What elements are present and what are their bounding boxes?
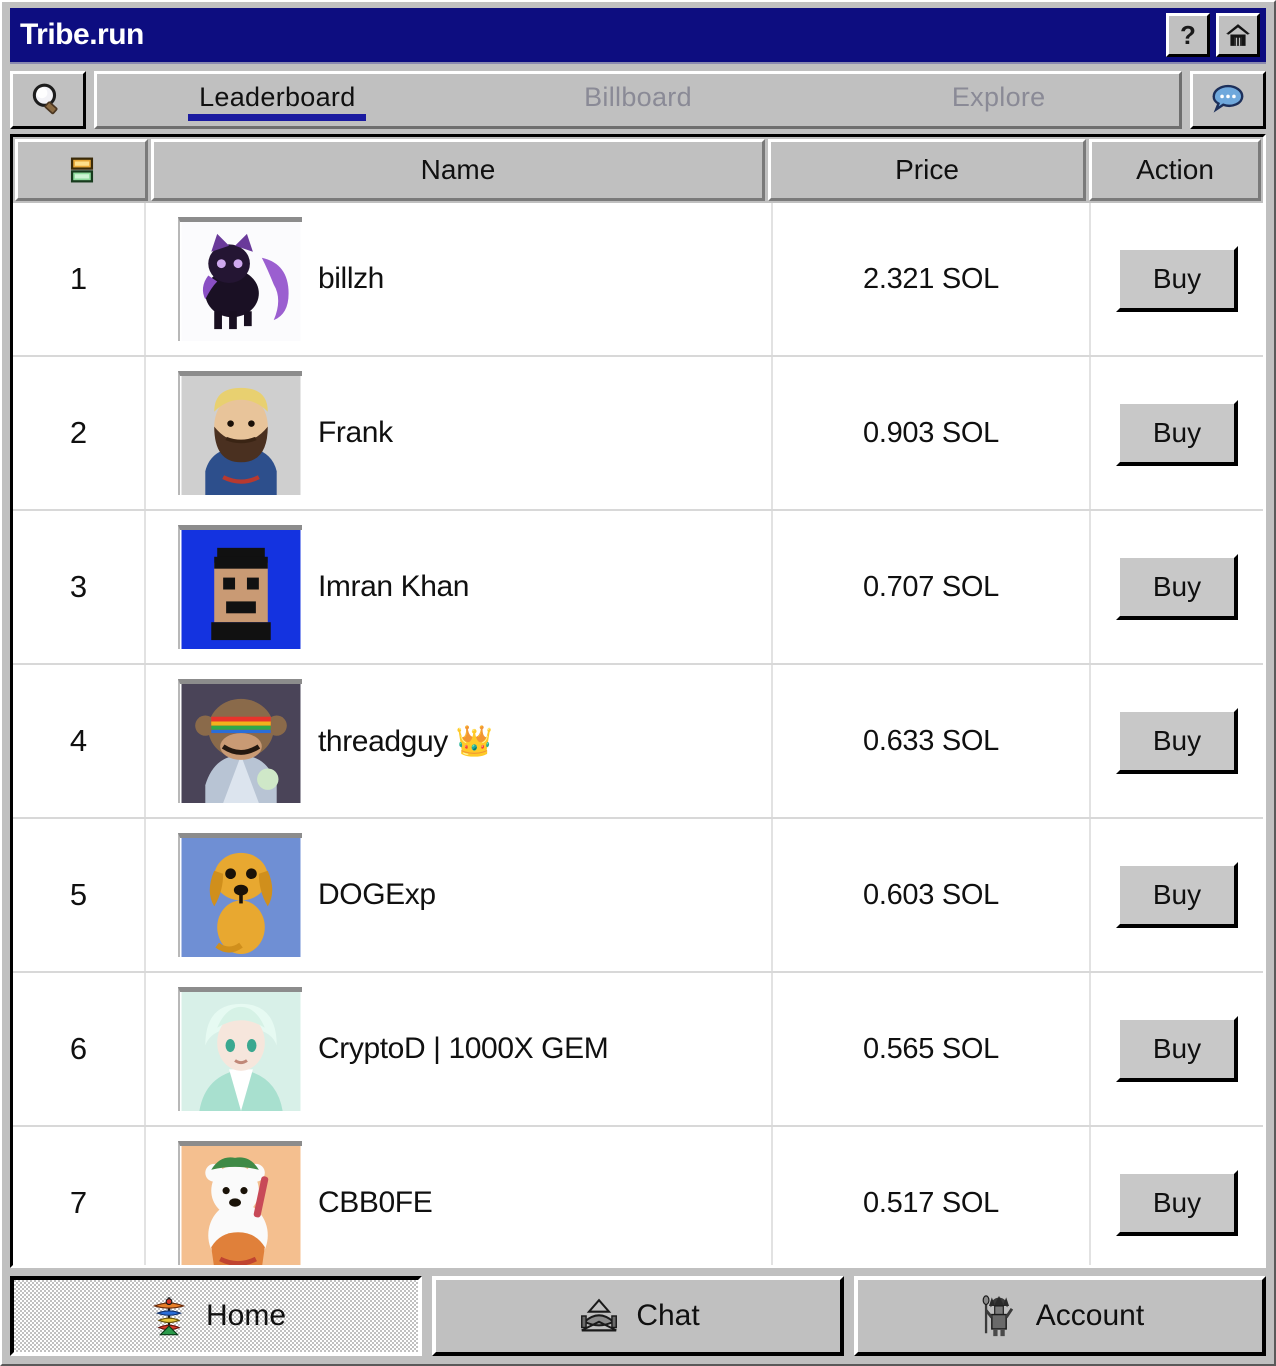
buy-button[interactable]: Buy — [1116, 1170, 1238, 1236]
nav-button-home[interactable]: Home — [10, 1276, 422, 1356]
username-label: Frank — [318, 416, 393, 449]
action-cell: Buy — [1091, 1127, 1263, 1265]
home-button[interactable] — [1216, 13, 1260, 57]
table-body: 1 billzh 2.321 SOL Buy 2 Frank 0.903 SOL — [13, 203, 1263, 1265]
username-label: DOGExp — [318, 878, 436, 911]
username-label: CryptoD | 1000X GEM — [318, 1032, 609, 1065]
yellow-dog-avatar — [178, 833, 302, 957]
house-icon — [1226, 24, 1250, 46]
nav-label: Account — [1035, 1299, 1145, 1332]
buy-button[interactable]: Buy — [1116, 400, 1238, 466]
name-cell: threadguy 👑 — [146, 665, 773, 817]
question-mark-icon: ? — [1180, 20, 1196, 50]
name-cell: CBB0FE — [146, 1127, 773, 1265]
nav-label: Home — [205, 1299, 287, 1332]
bearded-man-avatar — [178, 371, 302, 495]
tab-explore-label: Explore — [951, 81, 1046, 112]
column-header-price[interactable]: Price — [768, 139, 1086, 201]
username-label: billzh — [318, 262, 384, 295]
rank-cell: 3 — [13, 511, 146, 663]
rank-cell: 7 — [13, 1127, 146, 1265]
buy-button[interactable]: Buy — [1116, 246, 1238, 312]
app-window: Tribe.run ? Leaderboard Billboard Explor… — [0, 0, 1276, 1366]
action-cell: Buy — [1091, 203, 1263, 355]
search-icon — [32, 83, 58, 115]
rank-cell: 4 — [13, 665, 146, 817]
price-cell: 0.565 SOL — [773, 973, 1091, 1125]
tab-leaderboard-label: Leaderboard — [199, 81, 356, 112]
stacked-cards-icon — [70, 157, 93, 183]
name-cell: Frank — [146, 357, 773, 509]
purple-cat-avatar — [178, 217, 302, 341]
rank-cell: 5 — [13, 819, 146, 971]
tab-active-underline — [188, 113, 367, 121]
buy-button[interactable]: Buy — [1116, 1016, 1238, 1082]
tab-explore[interactable]: Explore — [818, 74, 1179, 126]
buy-button[interactable]: Buy — [1116, 554, 1238, 620]
rank-cell: 6 — [13, 973, 146, 1125]
title-bar-buttons: ? — [1166, 13, 1260, 57]
action-cell: Buy — [1091, 665, 1263, 817]
name-cell: DOGExp — [146, 819, 773, 971]
buy-button[interactable]: Buy — [1116, 708, 1238, 774]
rank-cell: 2 — [13, 357, 146, 509]
username-label: Imran Khan — [318, 570, 470, 603]
search-button[interactable] — [10, 71, 86, 129]
window-title: Tribe.run — [20, 18, 144, 51]
action-cell: Buy — [1091, 973, 1263, 1125]
action-cell: Buy — [1091, 357, 1263, 509]
tab-strip: Leaderboard Billboard Explore — [94, 71, 1182, 129]
price-cell: 0.707 SOL — [773, 511, 1091, 663]
table-header-row: Name Price Action — [13, 137, 1263, 203]
tribal-totem-icon — [146, 1293, 192, 1339]
table-row[interactable]: 1 billzh 2.321 SOL Buy — [13, 203, 1263, 357]
title-bar: Tribe.run ? — [10, 8, 1266, 64]
name-cell: billzh — [146, 203, 773, 355]
tribal-warrior-icon — [976, 1293, 1022, 1339]
table-row[interactable]: 3 Imran Khan 0.707 SOL Buy — [13, 511, 1263, 665]
table-row[interactable]: 6 CryptoD | 1000X GEM 0.565 SOL Buy — [13, 973, 1263, 1127]
action-cell: Buy — [1091, 819, 1263, 971]
toolbar: Leaderboard Billboard Explore — [10, 64, 1266, 134]
chat-button[interactable] — [1190, 71, 1266, 129]
mint-anime-avatar — [178, 987, 302, 1111]
tribal-drum-icon — [576, 1293, 622, 1339]
blue-pixel-man-avatar — [178, 525, 302, 649]
rank-cell: 1 — [13, 203, 146, 355]
nav-button-account[interactable]: Account — [854, 1276, 1266, 1356]
price-cell: 0.517 SOL — [773, 1127, 1091, 1265]
table-row[interactable]: 2 Frank 0.903 SOL Buy — [13, 357, 1263, 511]
chat-bubble-icon — [1212, 84, 1244, 113]
tab-billboard-label: Billboard — [584, 81, 692, 112]
leaderboard-table: Name Price Action 1 billzh 2.321 SOL Buy… — [10, 134, 1266, 1268]
tab-billboard[interactable]: Billboard — [458, 74, 819, 126]
action-cell: Buy — [1091, 511, 1263, 663]
price-cell: 0.903 SOL — [773, 357, 1091, 509]
name-cell: Imran Khan — [146, 511, 773, 663]
table-row[interactable]: 7 CBB0FE 0.517 SOL Buy — [13, 1127, 1263, 1265]
price-cell: 0.633 SOL — [773, 665, 1091, 817]
peach-bear-avatar — [178, 1141, 302, 1265]
price-cell: 2.321 SOL — [773, 203, 1091, 355]
bottom-navigation: Home Chat Account — [10, 1268, 1266, 1356]
username-label: threadguy 👑 — [318, 724, 493, 758]
table-row[interactable]: 4 threadguy 👑 0.633 SOL Buy — [13, 665, 1263, 819]
tab-leaderboard[interactable]: Leaderboard — [97, 74, 458, 126]
nav-label: Chat — [636, 1299, 700, 1332]
help-button[interactable]: ? — [1166, 13, 1210, 57]
username-label: CBB0FE — [318, 1186, 433, 1219]
price-cell: 0.603 SOL — [773, 819, 1091, 971]
column-header-action[interactable]: Action — [1089, 139, 1261, 201]
name-cell: CryptoD | 1000X GEM — [146, 973, 773, 1125]
rainbow-monkey-avatar — [178, 679, 302, 803]
nav-button-chat[interactable]: Chat — [432, 1276, 844, 1356]
column-header-rank[interactable] — [15, 139, 148, 201]
column-header-name[interactable]: Name — [151, 139, 765, 201]
table-row[interactable]: 5 DOGExp 0.603 SOL Buy — [13, 819, 1263, 973]
buy-button[interactable]: Buy — [1116, 862, 1238, 928]
